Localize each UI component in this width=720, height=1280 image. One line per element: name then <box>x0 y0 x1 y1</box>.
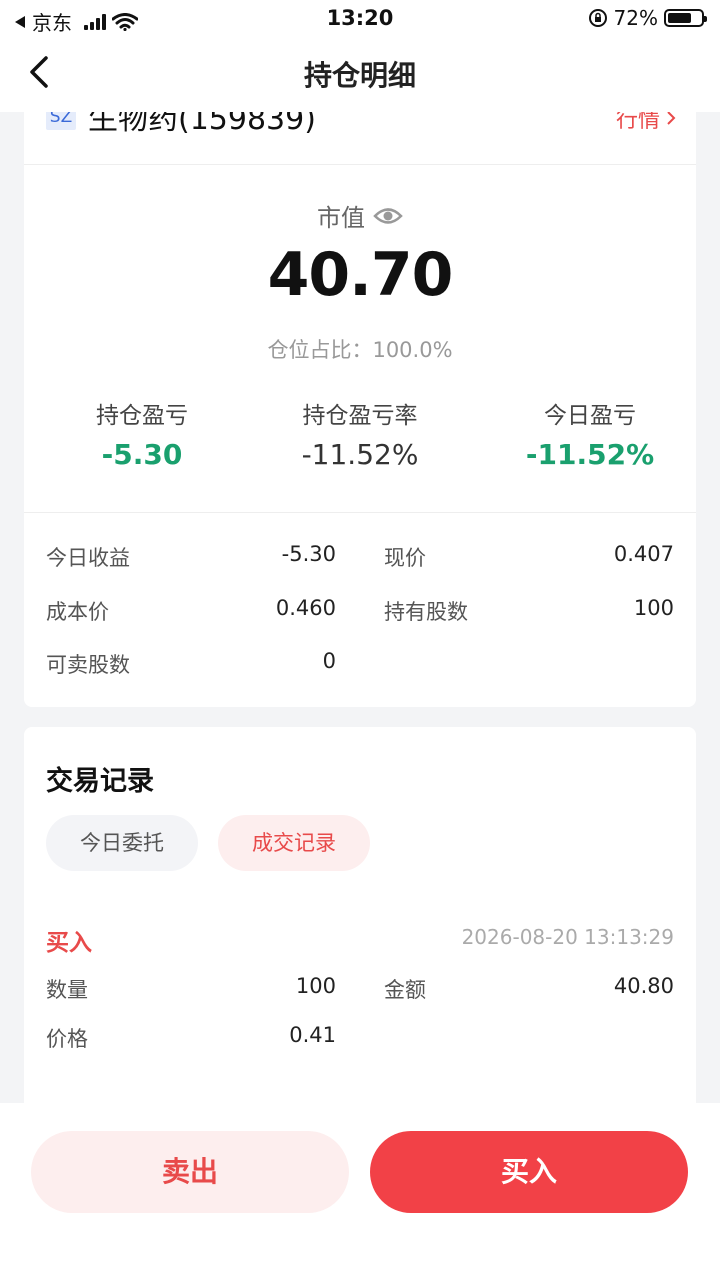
battery-percent: 72% <box>613 6 658 30</box>
rotation-lock-icon <box>588 9 607 27</box>
page-title: 持仓明细 <box>303 59 416 92</box>
trade-time: 2026-08-20 13:13:29 <box>461 925 674 949</box>
record-value: 0.41 <box>289 1023 336 1047</box>
detail-label: 今日收益 <box>46 546 130 570</box>
buy-button[interactable]: 买入 <box>370 1131 688 1213</box>
record-amount: 金额 40.80 <box>384 974 674 1004</box>
detail-value: 0.460 <box>275 596 336 620</box>
stat-label: 持仓盈亏率 <box>302 403 418 429</box>
record-label: 金额 <box>384 978 426 1002</box>
stat-value: -5.30 <box>101 438 183 471</box>
section-title: 交易记录 <box>46 766 154 797</box>
detail-holding-shares: 持有股数 100 <box>384 596 674 626</box>
record-label: 数量 <box>46 978 88 1002</box>
position-ratio: 仓位占比：100.0% <box>267 338 453 362</box>
market-value-label: 市值 <box>317 204 365 232</box>
record-label: 价格 <box>46 1027 88 1051</box>
record-value: 40.80 <box>613 974 674 998</box>
stat-label: 持仓盈亏 <box>96 403 188 429</box>
stat-label: 今日盈亏 <box>544 403 636 429</box>
detail-label: 持有股数 <box>384 600 468 624</box>
detail-value: -5.30 <box>281 542 336 566</box>
record-quantity: 数量 100 <box>46 974 336 1004</box>
battery-icon <box>664 9 707 27</box>
detail-current-price: 现价 0.407 <box>384 542 674 572</box>
trade-records-card: 交易记录 今日委托 成交记录 买入 2026-08-20 13:13:29 数量… <box>24 727 696 1147</box>
record-price: 价格 0.41 <box>46 1023 336 1053</box>
detail-value: 100 <box>633 596 674 620</box>
detail-value: 0.407 <box>613 542 674 566</box>
chevron-right-icon <box>667 111 676 125</box>
eye-icon[interactable] <box>373 205 403 227</box>
stat-value: -11.52% <box>525 438 655 471</box>
sell-button[interactable]: 卖出 <box>31 1131 349 1213</box>
stat-holding-pnl-rate: 持仓盈亏率 -11.52% <box>248 396 472 471</box>
detail-cost-price: 成本价 0.460 <box>46 596 336 626</box>
detail-sellable-shares: 可卖股数 0 <box>46 649 336 679</box>
stat-value: -11.52% <box>301 438 419 471</box>
status-bar: 京东 13:20 72% <box>0 0 720 36</box>
stat-today-pnl: 今日盈亏 -11.52% <box>478 396 696 471</box>
tab-filled-records[interactable]: 成交记录 <box>218 815 370 871</box>
market-value-label-row: 市值 <box>24 198 696 233</box>
stat-holding-pnl: 持仓盈亏 -5.30 <box>30 396 254 471</box>
bottom-action-bar: 卖出 买入 <box>0 1103 720 1280</box>
holding-card: SZ 生物药(159839) 行情 市值 40.70 仓位占比：100.0% 持… <box>24 100 696 707</box>
trade-type: 买入 <box>46 930 92 956</box>
nav-bar: 持仓明细 <box>0 36 720 112</box>
record-value: 100 <box>295 974 336 998</box>
detail-today-income: 今日收益 -5.30 <box>46 542 336 572</box>
detail-label: 可卖股数 <box>46 653 130 677</box>
divider <box>24 512 696 513</box>
detail-value: 0 <box>322 649 336 673</box>
tab-today-orders[interactable]: 今日委托 <box>46 815 198 871</box>
detail-label: 现价 <box>384 546 426 570</box>
detail-label: 成本价 <box>46 600 109 624</box>
market-value: 40.70 <box>267 240 454 310</box>
